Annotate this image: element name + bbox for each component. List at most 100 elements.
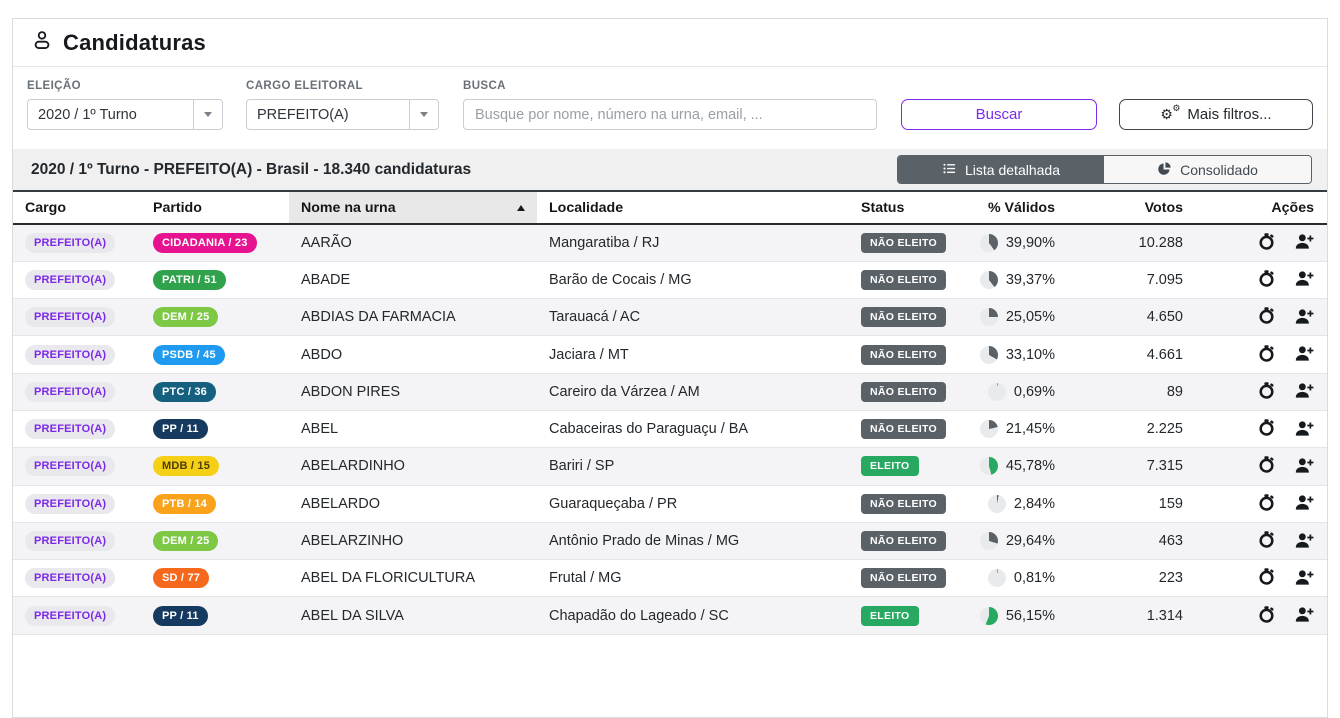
add-user-action-button[interactable] <box>1294 530 1314 553</box>
gears-icon: ⚙⚙ <box>1160 106 1180 124</box>
add-user-action-button[interactable] <box>1294 343 1314 366</box>
col-partido[interactable]: Partido <box>141 192 289 224</box>
candidate-name: ABELARDINHO <box>289 448 537 485</box>
party-badge: DEM / 25 <box>153 307 218 327</box>
percent-valid: 21,45% <box>1006 421 1055 437</box>
sort-asc-icon <box>517 205 525 211</box>
status-badge: ELEITO <box>861 456 919 476</box>
cargo-badge: PREFEITO(A) <box>25 606 115 626</box>
table-row: PREFEITO(A) MDB / 15 ABELARDINHO Bariri … <box>13 448 1327 485</box>
col-localidade[interactable]: Localidade <box>537 192 849 224</box>
timer-action-button[interactable] <box>1257 232 1276 254</box>
tab-consolidado[interactable]: Consolidado <box>1104 156 1311 183</box>
table-row: PREFEITO(A) PATRI / 51 ABADE Barão de Co… <box>13 261 1327 298</box>
status-badge: NÃO ELEITO <box>861 382 946 402</box>
locality: Barão de Cocais / MG <box>537 261 849 298</box>
pie-chart-icon <box>1157 161 1172 179</box>
eleicao-select[interactable]: 2020 / 1º Turno <box>27 99 223 130</box>
add-user-action-button[interactable] <box>1294 380 1314 403</box>
col-cargo[interactable]: Cargo <box>13 192 141 224</box>
add-user-action-button[interactable] <box>1294 492 1314 515</box>
table-row-partial <box>13 634 1327 674</box>
filters-bar: ELEIÇÃO 2020 / 1º Turno CARGO ELEITORAL … <box>13 67 1327 149</box>
add-user-action-button[interactable] <box>1294 306 1314 329</box>
list-icon <box>942 161 957 179</box>
cargo-select[interactable]: PREFEITO(A) <box>246 99 439 130</box>
timer-action-button[interactable] <box>1257 306 1276 328</box>
table-row: PREFEITO(A) PTB / 14 ABELARDO Guaraqueça… <box>13 485 1327 522</box>
votes: 463 <box>1059 522 1189 559</box>
timer-action-button[interactable] <box>1257 605 1276 627</box>
candidate-name: ABELARZINHO <box>289 522 537 559</box>
candidate-name: ABEL <box>289 410 537 447</box>
votes: 89 <box>1059 373 1189 410</box>
stopwatch-icon <box>1257 425 1276 440</box>
table-row: PREFEITO(A) CIDADANIA / 23 AARÃO Mangara… <box>13 224 1327 261</box>
table-row: PREFEITO(A) PP / 11 ABEL DA SILVA Chapad… <box>13 597 1327 634</box>
percent-valid: 25,05% <box>1006 309 1055 325</box>
party-badge: PATRI / 51 <box>153 270 226 290</box>
timer-action-button[interactable] <box>1257 381 1276 403</box>
party-badge: MDB / 15 <box>153 456 219 476</box>
cargo-badge: PREFEITO(A) <box>25 345 115 365</box>
locality: Chapadão do Lageado / SC <box>537 597 849 634</box>
votes: 159 <box>1059 485 1189 522</box>
table-row: PREFEITO(A) PSDB / 45 ABDO Jaciara / MT … <box>13 336 1327 373</box>
status-badge: NÃO ELEITO <box>861 494 946 514</box>
person-add-icon <box>1294 426 1314 441</box>
view-tabs: Lista detalhada Consolidado <box>897 155 1312 184</box>
percent-valid: 39,90% <box>1006 235 1055 251</box>
status-badge: NÃO ELEITO <box>861 307 946 327</box>
busca-label: BUSCA <box>463 80 877 92</box>
timer-action-button[interactable] <box>1257 269 1276 291</box>
percent-valid: 29,64% <box>1006 533 1055 549</box>
col-pct-validos[interactable]: % Válidos <box>969 192 1059 224</box>
summary-bar: 2020 / 1º Turno - PREFEITO(A) - Brasil -… <box>13 149 1327 192</box>
cargo-badge: PREFEITO(A) <box>25 270 115 290</box>
candidate-name: ABADE <box>289 261 537 298</box>
col-votos[interactable]: Votos <box>1059 192 1189 224</box>
timer-action-button[interactable] <box>1257 455 1276 477</box>
col-status[interactable]: Status <box>849 192 969 224</box>
buscar-button[interactable]: Buscar <box>901 99 1097 130</box>
cargo-badge: PREFEITO(A) <box>25 456 115 476</box>
eleicao-value: 2020 / 1º Turno <box>28 107 147 123</box>
candidate-name: AARÃO <box>289 224 537 261</box>
percent-valid: 33,10% <box>1006 347 1055 363</box>
timer-action-button[interactable] <box>1257 530 1276 552</box>
status-badge: NÃO ELEITO <box>861 270 946 290</box>
locality: Jaciara / MT <box>537 336 849 373</box>
votes: 2.225 <box>1059 410 1189 447</box>
percent-pie-icon <box>980 234 998 252</box>
timer-action-button[interactable] <box>1257 567 1276 589</box>
percent-pie-icon <box>980 420 998 438</box>
card-header: Candidaturas <box>13 19 1327 67</box>
search-input[interactable] <box>463 99 877 130</box>
timer-action-button[interactable] <box>1257 344 1276 366</box>
cargo-badge: PREFEITO(A) <box>25 531 115 551</box>
timer-action-button[interactable] <box>1257 418 1276 440</box>
add-user-action-button[interactable] <box>1294 418 1314 441</box>
person-add-icon <box>1294 239 1314 254</box>
timer-action-button[interactable] <box>1257 493 1276 515</box>
add-user-action-button[interactable] <box>1294 231 1314 254</box>
stopwatch-icon <box>1257 500 1276 515</box>
col-acoes: Ações <box>1189 192 1327 224</box>
add-user-action-button[interactable] <box>1294 268 1314 291</box>
col-nome-na-urna[interactable]: Nome na urna <box>289 192 537 224</box>
percent-pie-icon <box>980 532 998 550</box>
cargo-badge: PREFEITO(A) <box>25 568 115 588</box>
add-user-action-button[interactable] <box>1294 567 1314 590</box>
add-user-action-button[interactable] <box>1294 604 1314 627</box>
status-badge: NÃO ELEITO <box>861 568 946 588</box>
status-badge: NÃO ELEITO <box>861 419 946 439</box>
percent-valid: 0,81% <box>1014 570 1055 586</box>
party-badge: PTB / 14 <box>153 494 216 514</box>
locality: Guaraqueçaba / PR <box>537 485 849 522</box>
tab-lista-detalhada[interactable]: Lista detalhada <box>898 156 1104 183</box>
party-badge: PP / 11 <box>153 419 208 439</box>
stopwatch-icon <box>1257 276 1276 291</box>
person-add-icon <box>1294 500 1314 515</box>
mais-filtros-button[interactable]: ⚙⚙ Mais filtros... <box>1119 99 1313 130</box>
add-user-action-button[interactable] <box>1294 455 1314 478</box>
